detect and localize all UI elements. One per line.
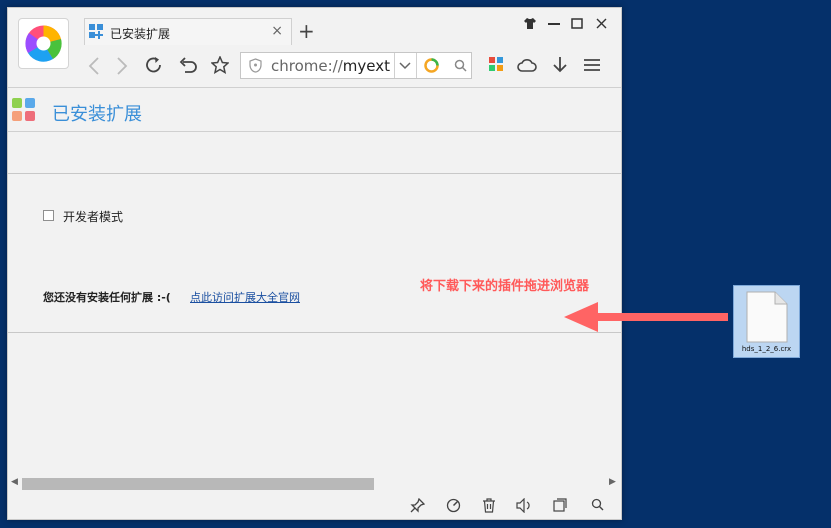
address-bar[interactable]: chrome://myext (240, 52, 472, 79)
tab-close-icon[interactable]: × (271, 23, 283, 39)
scroll-right-icon[interactable]: ▶ (609, 477, 616, 487)
undo-close-icon[interactable] (179, 56, 197, 74)
developer-mode-label[interactable]: 开发者模式 (63, 208, 123, 225)
refresh-icon[interactable] (145, 56, 163, 74)
minimize-icon[interactable] (548, 23, 560, 26)
browser-window: 已安装扩展 × + chrome://myext 已安装扩展 开发者模式 您还没… (7, 7, 622, 520)
address-separator (416, 53, 417, 78)
url-text[interactable]: chrome://myext (271, 57, 390, 75)
dropdown-chevron-icon[interactable] (399, 61, 411, 71)
extensions-grid-icon[interactable] (489, 57, 503, 71)
search-engine-icon[interactable] (423, 57, 440, 74)
bookmark-star-icon[interactable] (211, 56, 229, 74)
menu-icon[interactable] (584, 58, 600, 72)
search-icon[interactable] (454, 59, 467, 72)
extensions-panel: 开发者模式 您还没有安装任何扩展 :-( 点此访问扩展大全官网 (8, 173, 621, 333)
visit-extensions-link[interactable]: 点此访问扩展大全官网 (190, 289, 300, 305)
trash-icon[interactable] (482, 498, 496, 513)
empty-extensions-message: 您还没有安装任何扩展 :-( (43, 291, 171, 304)
drag-instruction-text: 将下载下来的插件拖进浏览器 (420, 279, 590, 294)
tab-extensions[interactable]: 已安装扩展 × (84, 18, 292, 45)
navigation-toolbar: chrome://myext (8, 44, 621, 86)
file-name: hds_1_2_6.crx (741, 345, 792, 353)
download-icon[interactable] (553, 56, 567, 74)
scroll-left-icon[interactable]: ◀ (11, 477, 18, 487)
horizontal-scrollbar[interactable]: ◀ ▶ (8, 475, 621, 491)
speedup-icon[interactable] (446, 498, 461, 513)
drag-arrow-icon (564, 302, 728, 332)
page-title: 已安装扩展 (52, 104, 142, 125)
scrollbar-thumb[interactable] (22, 478, 374, 490)
new-tab-button[interactable]: + (298, 21, 315, 41)
toolbar-divider (8, 87, 621, 88)
back-icon[interactable] (88, 57, 100, 75)
header-divider (8, 131, 621, 132)
cloud-sync-icon[interactable] (517, 58, 537, 72)
close-window-icon[interactable] (596, 18, 607, 29)
crx-file-desktop-item[interactable]: hds_1_2_6.crx (733, 285, 800, 358)
address-separator (394, 53, 395, 78)
tab-title: 已安装扩展 (110, 27, 171, 41)
shield-icon (249, 58, 262, 73)
skin-shirt-icon[interactable] (524, 18, 536, 29)
forward-icon[interactable] (116, 57, 128, 75)
pin-icon[interactable] (410, 498, 425, 513)
volume-icon[interactable] (516, 498, 532, 513)
maximize-icon[interactable] (571, 18, 583, 29)
document-file-icon (746, 291, 788, 343)
developer-mode-checkbox[interactable] (43, 210, 54, 221)
status-bar (8, 493, 621, 519)
extensions-app-icon (12, 98, 35, 121)
window-icon[interactable] (553, 498, 567, 512)
extension-grid-icon (89, 24, 103, 39)
zoom-icon[interactable] (591, 498, 604, 511)
